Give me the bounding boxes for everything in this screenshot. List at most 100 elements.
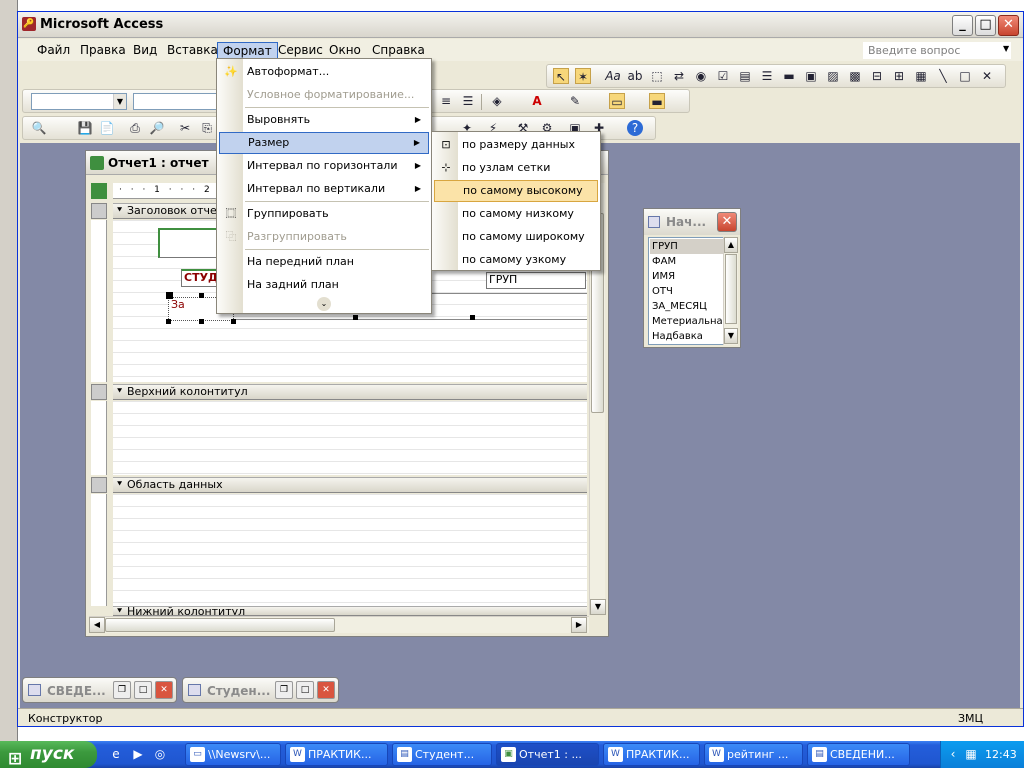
menu-file[interactable]: Файл [32, 42, 75, 59]
field-item[interactable]: ИМЯ [650, 269, 723, 284]
taskbar-item[interactable]: W ПРАКТИК... [285, 743, 388, 766]
section-selector[interactable] [91, 384, 107, 400]
quick-launch-icon[interactable]: ◎ [152, 746, 168, 762]
page-break-icon[interactable]: ⊟ [869, 68, 885, 84]
close-icon[interactable]: ✕ [155, 681, 173, 699]
expand-menu-icon[interactable]: ⌄ [317, 297, 331, 311]
close-button[interactable]: ✕ [998, 15, 1019, 36]
title-bar[interactable]: 🔑 Microsoft Access _ □ ✕ [18, 12, 1023, 38]
scroll-down-icon[interactable]: ▼ [724, 328, 738, 344]
size-handle[interactable] [199, 319, 204, 324]
view-icon[interactable]: 🔍 [31, 120, 47, 136]
start-button[interactable]: ⊞ пуск [0, 741, 97, 768]
print-preview-icon[interactable]: 🔎 [149, 120, 165, 136]
close-icon[interactable]: ✕ [317, 681, 335, 699]
menu-item-send-to-back[interactable]: На задний план [219, 274, 429, 296]
print-icon[interactable]: ⎙ [127, 120, 143, 136]
menu-window[interactable]: Окно [324, 42, 366, 59]
submenu-item-to-tallest[interactable]: по самому высокому [434, 180, 598, 202]
field-list-close-button[interactable]: ✕ [717, 212, 737, 232]
menu-help[interactable]: Справка [367, 42, 430, 59]
band-page-footer[interactable]: Нижний колонтитул [113, 606, 587, 616]
minimized-window[interactable]: СВЕДЕ... ❐ □ ✕ [22, 677, 177, 703]
report-horizontal-scrollbar[interactable]: ◀ ▶ [89, 616, 589, 633]
bound-object-icon[interactable]: ▩ [847, 68, 863, 84]
combo-box-icon[interactable]: ▤ [737, 68, 753, 84]
scroll-down-icon[interactable]: ▼ [590, 599, 606, 615]
align-center-icon[interactable]: ≡ [438, 93, 454, 109]
menu-view[interactable]: Вид [128, 42, 162, 59]
menu-format[interactable]: Формат [217, 42, 278, 59]
size-handle[interactable] [231, 319, 236, 324]
field-item[interactable]: Метериальная [650, 314, 723, 329]
menu-item-autoformat[interactable]: ✨ Автоформат... [219, 61, 429, 83]
taskbar-item[interactable]: Wрейтинг ... [704, 743, 803, 766]
detail-area[interactable] [113, 494, 587, 606]
tab-control-icon[interactable]: ⊞ [891, 68, 907, 84]
option-button-icon[interactable]: ◉ [693, 68, 709, 84]
textbox-tool-icon[interactable]: ab [627, 68, 643, 84]
control-wizards-icon[interactable]: ✶ [575, 68, 591, 84]
ask-dropdown-icon[interactable]: ▼ [1003, 44, 1009, 53]
scroll-right-icon[interactable]: ▶ [571, 617, 587, 633]
tray-arrow-icon[interactable]: ‹ [945, 746, 961, 762]
scroll-thumb[interactable] [725, 254, 737, 324]
report-selector[interactable] [91, 183, 107, 199]
image-tool-icon[interactable]: ▣ [803, 68, 819, 84]
line-color-icon[interactable]: ✎ [567, 93, 583, 109]
taskbar-item[interactable]: ▤ СВЕДЕНИ... [807, 743, 910, 766]
taskbar-item[interactable]: W ПРАКТИК... [603, 743, 700, 766]
size-handle[interactable] [353, 315, 358, 320]
size-handle[interactable] [166, 319, 171, 324]
taskbar-item-active[interactable]: ▣ Отчет1 : ... [496, 743, 599, 766]
scroll-up-icon[interactable]: ▲ [724, 237, 738, 253]
field-group-textbox[interactable]: ГРУП [486, 272, 586, 289]
field-item[interactable]: ФАМ [650, 254, 723, 269]
menu-edit[interactable]: Правка [75, 42, 131, 59]
menu-item-size[interactable]: Размер ▶ [219, 132, 429, 154]
more-controls-icon[interactable]: ✕ [979, 68, 995, 84]
restore-icon[interactable]: ❐ [113, 681, 131, 699]
copy-icon[interactable]: ⎘ [199, 120, 215, 136]
subform-icon[interactable]: ▦ [913, 68, 929, 84]
menu-item-bring-to-front[interactable]: На передний план [219, 251, 429, 273]
font-color-icon[interactable]: A [529, 93, 545, 109]
maximize-icon[interactable]: □ [296, 681, 314, 699]
page-header-area[interactable] [113, 401, 587, 475]
band-detail[interactable]: Область данных [113, 477, 587, 493]
band-page-header[interactable]: Верхний колонтитул [113, 384, 587, 400]
field-item[interactable]: ОТЧ [650, 284, 723, 299]
header-image-box[interactable] [158, 228, 222, 258]
menu-item-group[interactable]: ⿴ Группировать [219, 203, 429, 225]
menu-item-horizontal-spacing[interactable]: Интервал по горизонтали ▶ [219, 155, 429, 177]
field-list-scrollbar[interactable]: ▲ ▼ [723, 237, 738, 345]
checkbox-tool-icon[interactable]: ☑ [715, 68, 731, 84]
scroll-left-icon[interactable]: ◀ [89, 617, 105, 633]
submenu-item-size-to-fit[interactable]: ⊡ по размеру данных [434, 134, 598, 156]
font-combo[interactable] [133, 93, 223, 110]
search-file-icon[interactable]: 📄 [99, 120, 115, 136]
section-selector[interactable] [91, 477, 107, 493]
submenu-item-to-narrowest[interactable]: по самому узкому [434, 249, 598, 271]
object-combo[interactable]: ▼ [31, 93, 127, 110]
h-scroll-thumb[interactable] [105, 618, 335, 632]
tray-app-icon[interactable]: ▦ [963, 746, 979, 762]
line-tool-icon[interactable]: ╲ [935, 68, 951, 84]
taskbar-item[interactable]: ▤ Студент... [392, 743, 492, 766]
cut-icon[interactable]: ✂ [177, 120, 193, 136]
field-list-window[interactable]: Нач... ✕ ГРУП ФАМ ИМЯ ОТЧ ЗА_МЕСЯЦ Метер… [643, 208, 741, 348]
option-group-icon[interactable]: ⬚ [649, 68, 665, 84]
menu-insert[interactable]: Вставка [162, 42, 223, 59]
size-handle[interactable] [199, 293, 204, 298]
minimized-window[interactable]: Студен... ❐ □ ✕ [182, 677, 339, 703]
move-handle[interactable] [166, 292, 173, 299]
menu-item-vertical-spacing[interactable]: Интервал по вертикали ▶ [219, 178, 429, 200]
submenu-item-to-widest[interactable]: по самому широкому [434, 226, 598, 248]
menu-item-align[interactable]: Выровнять ▶ [219, 109, 429, 131]
rectangle-tool-icon[interactable]: □ [957, 68, 973, 84]
section-selector[interactable] [91, 203, 107, 219]
taskbar-item[interactable]: ▭ \\Newsrv\... [185, 743, 281, 766]
ie-icon[interactable]: e [108, 746, 124, 762]
object-combo-dropdown-icon[interactable]: ▼ [113, 94, 126, 109]
maximize-button[interactable]: □ [975, 15, 996, 36]
